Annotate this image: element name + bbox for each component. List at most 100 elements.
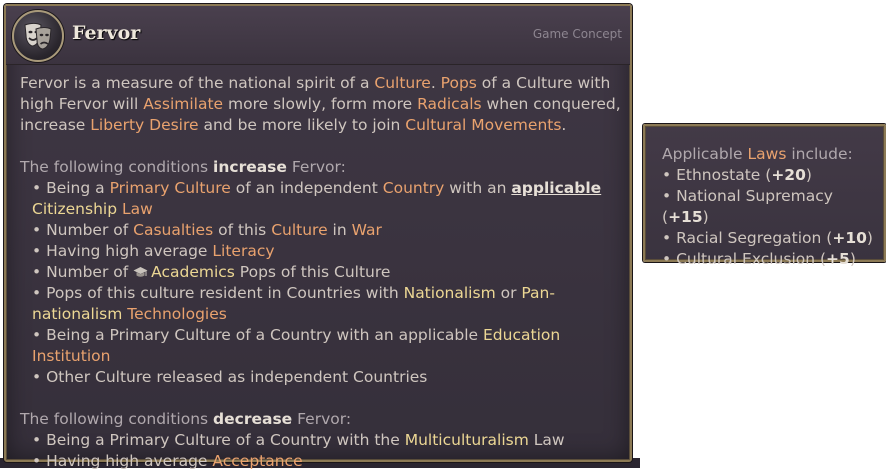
item-text: Pops of this Culture (234, 263, 391, 281)
heading-text: The following conditions (20, 158, 214, 176)
increase-word: increase (213, 158, 287, 176)
graduation-cap-icon (133, 267, 148, 277)
citizenship-link[interactable]: Citizenship (32, 200, 117, 218)
pan-nationalism-link-cont[interactable]: nationalism (32, 305, 122, 323)
item-text: or (495, 284, 522, 302)
liberty-desire-link[interactable]: Liberty Desire (90, 116, 198, 134)
item-text: with an (444, 179, 512, 197)
heading-text: Applicable (662, 145, 748, 163)
nationalism-link[interactable]: Nationalism (404, 284, 496, 302)
law-name: • Cultural Exclusion ( (662, 250, 827, 268)
intro-text: Fervor is a measure of the national spir… (20, 74, 375, 92)
heading-text: The following conditions (20, 410, 214, 428)
assimilate-link[interactable]: Assimilate (143, 95, 223, 113)
increase-item-released: • Other Culture released as independent … (20, 367, 626, 388)
decrease-word: decrease (213, 410, 293, 428)
radicals-link[interactable]: Radicals (417, 95, 481, 113)
increase-item-nationalism: • Pops of this culture resident in Count… (20, 283, 626, 304)
law-value: +15 (668, 208, 703, 226)
law-value: +10 (832, 229, 867, 247)
increase-item-education: • Being a Primary Culture of a Country w… (20, 325, 626, 367)
theater-masks-glyph (24, 23, 52, 50)
law-name: • Ethnostate ( (662, 166, 772, 184)
casualties-link[interactable]: Casualties (133, 221, 213, 239)
item-text: of an independent (230, 179, 383, 197)
cultural-movements-link[interactable]: Cultural Movements (405, 116, 561, 134)
pan-nationalism-link[interactable]: Pan- (521, 284, 555, 302)
law-value: +5 (826, 250, 850, 268)
culture-link[interactable]: Culture (271, 221, 327, 239)
item-text: • Number of (32, 221, 134, 239)
applicable-link[interactable]: applicable (511, 179, 601, 197)
technologies-link[interactable]: Technologies (127, 305, 227, 323)
law-value: +20 (771, 166, 806, 184)
intro-text: of a Culture with (476, 74, 611, 92)
increase-item-primary-culture-cont: Citizenship Law (20, 199, 626, 220)
intro-line-3: increase Liberty Desire and be more like… (20, 115, 626, 136)
academics-link[interactable]: Academics (151, 263, 235, 281)
applicable-laws-tooltip: Applicable Laws include: • Ethnostate (+… (643, 124, 886, 268)
law-item-ethnostate: • Ethnostate (+20) (662, 165, 884, 186)
tooltip-title: Fervor (72, 22, 141, 44)
item-text: • Being a Primary Culture of a Country w… (32, 431, 405, 449)
tooltip-body: Fervor is a measure of the national spir… (20, 73, 626, 472)
war-link[interactable]: War (352, 221, 382, 239)
item-text: of this (213, 221, 272, 239)
decrease-heading: The following conditions decrease Fervor… (20, 409, 626, 430)
intro-text: increase (20, 116, 91, 134)
law-link[interactable]: Law (122, 200, 153, 218)
increase-item-academics: • Number of Academics Pops of this Cultu… (20, 262, 626, 283)
heading-text: Fervor: (286, 158, 346, 176)
item-text: • Being a Primary Culture of a Country w… (32, 326, 484, 344)
intro-line-1: Fervor is a measure of the national spir… (20, 73, 626, 94)
pops-link[interactable]: Pops (441, 74, 477, 92)
institution-link[interactable]: Institution (32, 347, 110, 365)
item-text: • Having high average (32, 452, 213, 470)
increase-heading: The following conditions increase Fervor… (20, 157, 626, 178)
law-item-national-supremacy: • National Supremacy (+15) (662, 186, 884, 228)
game-concept-tag: Game Concept (532, 27, 622, 41)
increase-item-nationalism-cont: nationalism Technologies (20, 304, 626, 325)
law-paren: ) (805, 166, 812, 184)
intro-line-2: high Fervor will Assimilate more slowly,… (20, 94, 626, 115)
culture-link[interactable]: Culture (374, 74, 430, 92)
increase-item-casualties: • Number of Casualties of this Culture i… (20, 220, 626, 241)
intro-text: more slowly, form more (223, 95, 418, 113)
item-text: • Other Culture released as independent … (32, 368, 428, 386)
item-text: Law (528, 431, 565, 449)
acceptance-link[interactable]: Acceptance (212, 452, 302, 470)
heading-text: Fervor: (292, 410, 352, 428)
intro-text: and be more likely to join (198, 116, 406, 134)
item-text: • Being a (32, 179, 110, 197)
decrease-item-multiculturalism: • Being a Primary Culture of a Country w… (20, 430, 626, 451)
increase-item-literacy: • Having high average Literacy (20, 241, 626, 262)
intro-text: . (430, 74, 441, 92)
intro-text: high Fervor will (20, 95, 144, 113)
education-link[interactable]: Education (483, 326, 560, 344)
primary-culture-link[interactable]: Primary Culture (110, 179, 231, 197)
literacy-link[interactable]: Literacy (212, 242, 274, 260)
increase-item-primary-culture: • Being a Primary Culture of an independ… (20, 178, 626, 199)
law-paren: ) (866, 229, 873, 247)
fervor-tooltip: Fervor Game Concept Fervor is a measure … (4, 4, 632, 470)
intro-text: when conquered, (481, 95, 621, 113)
applicable-laws-body: Applicable Laws include: • Ethnostate (+… (662, 144, 884, 270)
item-text: • Pops of this culture resident in Count… (32, 284, 404, 302)
country-link[interactable]: Country (383, 179, 445, 197)
law-name: • Racial Segregation ( (662, 229, 833, 247)
item-text: • Having high average (32, 242, 213, 260)
decrease-item-acceptance: • Having high average Acceptance (20, 451, 626, 472)
intro-text: . (561, 116, 567, 134)
item-text: in (327, 221, 352, 239)
law-paren: ) (849, 250, 856, 268)
theater-masks-icon (12, 10, 64, 62)
multiculturalism-link[interactable]: Multiculturalism (405, 431, 529, 449)
heading-text: include: (786, 145, 853, 163)
laws-heading: Applicable Laws include: (662, 144, 884, 165)
law-paren: ) (702, 208, 709, 226)
tooltip-header: Fervor Game Concept (6, 6, 630, 65)
laws-link[interactable]: Laws (748, 145, 787, 163)
law-item-cultural-exclusion: • Cultural Exclusion (+5) (662, 249, 884, 270)
